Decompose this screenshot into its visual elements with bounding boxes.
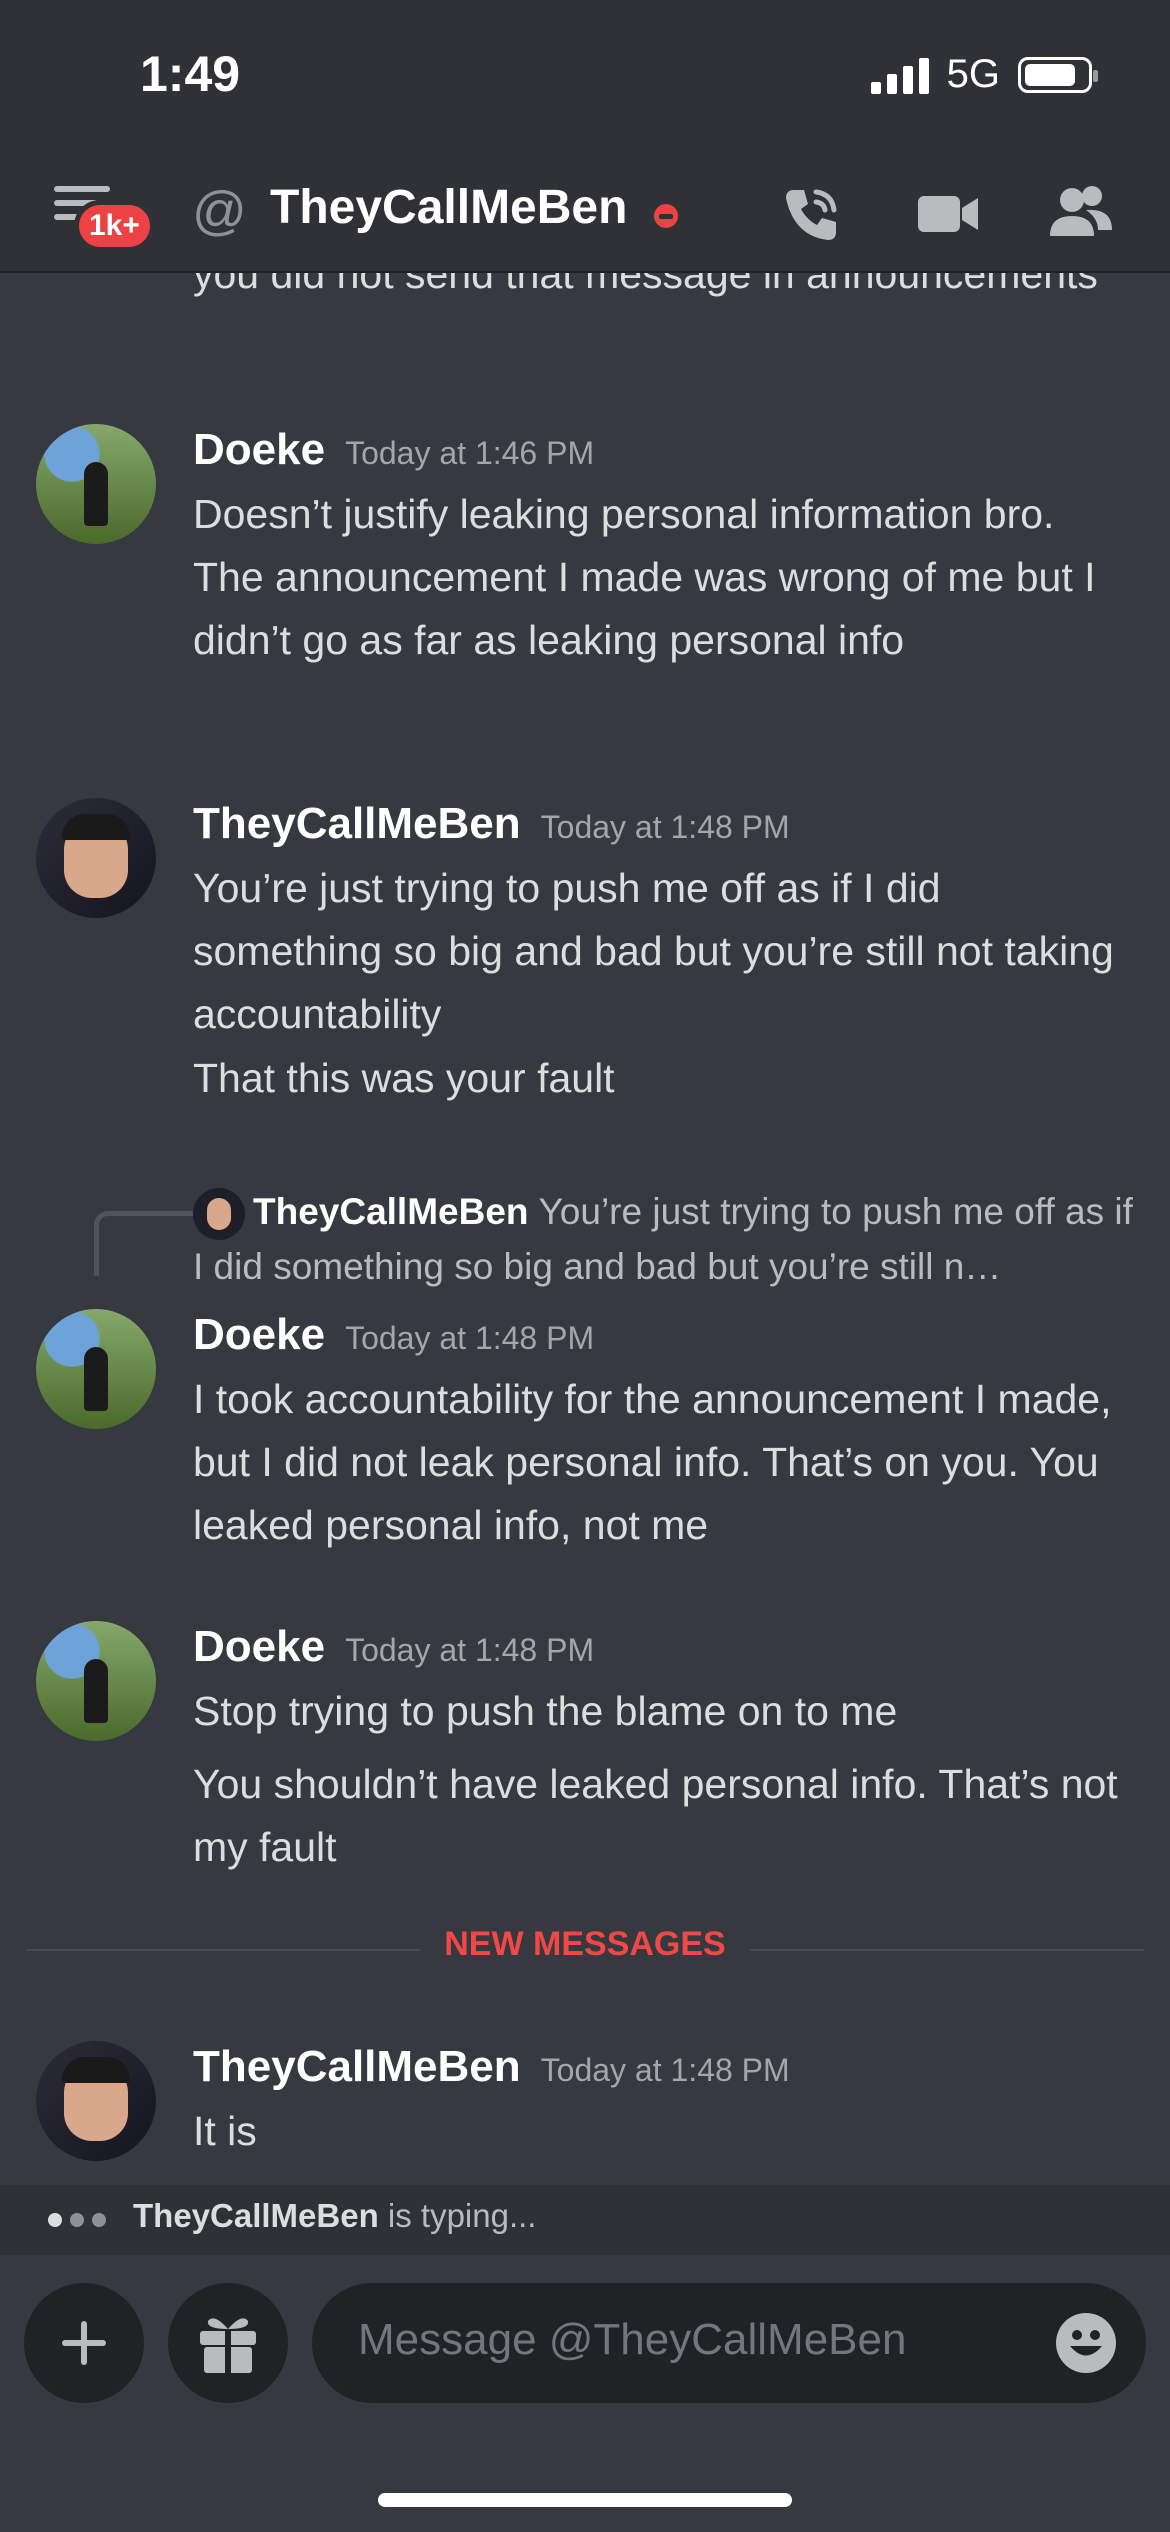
notification-badge: 1k+: [74, 200, 155, 252]
typing-text: TheyCallMeBen is typing...: [133, 2197, 537, 2234]
reply-author: TheyCallMeBen: [253, 1191, 529, 1232]
timestamp: Today at 1:48 PM: [345, 1632, 595, 1668]
channel-header: 1k+ @ TheyCallMeBen: [0, 160, 1170, 273]
author-name[interactable]: TheyCallMeBen: [193, 799, 521, 848]
timestamp: Today at 1:48 PM: [540, 809, 790, 845]
message-header: Doeke Today at 1:48 PM: [193, 1310, 594, 1360]
message-text: Doesn’t justify leaking personal informa…: [193, 491, 1096, 663]
voice-call-icon[interactable]: [780, 182, 844, 246]
battery-icon: [1018, 56, 1098, 93]
network-label: 5G: [946, 52, 1000, 96]
emoji-icon[interactable]: [1056, 2313, 1116, 2373]
at-icon: @: [192, 181, 247, 241]
author-name[interactable]: Doeke: [193, 1622, 325, 1671]
author-name[interactable]: Doeke: [193, 425, 325, 474]
timestamp: Today at 1:48 PM: [345, 1320, 595, 1356]
message-input-placeholder: Message @TheyCallMeBen: [358, 2315, 907, 2364]
timestamp: Today at 1:48 PM: [540, 2052, 790, 2088]
reply-avatar: [193, 1188, 245, 1241]
members-icon[interactable]: [1046, 182, 1116, 246]
avatar[interactable]: [36, 1309, 156, 1429]
new-messages-label: NEW MESSAGES: [0, 1925, 1170, 1964]
video-call-icon[interactable]: [916, 182, 980, 246]
timestamp: Today at 1:46 PM: [345, 435, 595, 471]
home-indicator: [378, 2493, 792, 2507]
signal-icon: [870, 56, 929, 94]
typing-indicator: TheyCallMeBen is typing...: [0, 2185, 1170, 2255]
message-header: Doeke Today at 1:48 PM: [193, 1622, 594, 1672]
avatar[interactable]: [36, 424, 156, 544]
reply-connector: [94, 1211, 195, 1276]
channel-title[interactable]: TheyCallMeBen: [270, 180, 627, 235]
author-name[interactable]: Doeke: [193, 1310, 325, 1359]
status-bar: 1:49 5G: [0, 0, 1170, 160]
avatar[interactable]: [36, 2041, 156, 2161]
status-time: 1:49: [140, 46, 241, 102]
reply-preview[interactable]: TheyCallMeBen You’re just trying to push …: [193, 1185, 1133, 1294]
status-icons: 5G: [870, 52, 1098, 97]
avatar[interactable]: [36, 798, 156, 918]
message-header: TheyCallMeBen Today at 1:48 PM: [193, 2042, 790, 2092]
message-text: You shouldn’t have leaked personal info.…: [193, 1761, 1118, 1870]
message-text: That this was your fault: [193, 1055, 615, 1101]
add-attachment-button[interactable]: [24, 2283, 144, 2403]
typing-dots-icon: [48, 2213, 114, 2232]
dnd-status-icon: [654, 204, 678, 228]
composer: Message @TheyCallMeBen: [0, 2255, 1170, 2532]
message-input[interactable]: Message @TheyCallMeBen: [312, 2283, 1146, 2403]
avatar[interactable]: [36, 1621, 156, 1741]
message-text: Stop trying to push the blame on to me: [193, 1688, 898, 1734]
author-name[interactable]: TheyCallMeBen: [193, 2042, 521, 2091]
gift-button[interactable]: [168, 2283, 288, 2403]
message-text: It is: [193, 2108, 257, 2154]
message-header: Doeke Today at 1:46 PM: [193, 425, 594, 475]
message-text: you did not send that message in announc…: [193, 273, 1098, 297]
gift-icon: [200, 2318, 256, 2373]
message-text: I took accountability for the announceme…: [193, 1376, 1112, 1548]
message-header: TheyCallMeBen Today at 1:48 PM: [193, 799, 790, 849]
message-text: You’re just trying to push me off as if …: [193, 865, 1114, 1037]
plus-icon: [62, 2321, 106, 2365]
message-list[interactable]: you did not send that message in announc…: [0, 273, 1170, 2185]
